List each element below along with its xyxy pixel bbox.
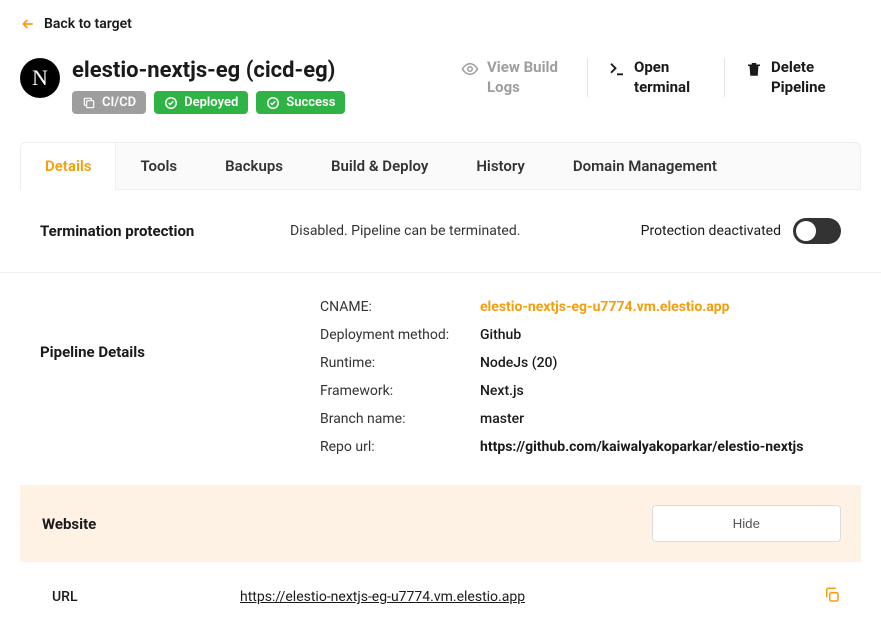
back-to-target-link[interactable]: Back to target <box>20 16 132 32</box>
check-circle-icon <box>266 96 280 110</box>
termination-status: Protection deactivated <box>641 223 781 239</box>
view-build-logs-button[interactable]: View Build Logs <box>461 58 567 97</box>
back-label: Back to target <box>44 16 132 32</box>
app-logo: N <box>20 58 60 98</box>
detail-key: Runtime: <box>320 355 480 371</box>
detail-value: elestio-nextjs-eg-u7774.vm.elestio.app <box>480 299 730 315</box>
detail-key: Framework: <box>320 383 480 399</box>
tab-history[interactable]: History <box>452 143 549 189</box>
tab-tools[interactable]: Tools <box>116 143 201 189</box>
detail-key: Deployment method: <box>320 327 480 343</box>
tab-domain-management[interactable]: Domain Management <box>549 143 741 189</box>
tab-details[interactable]: Details <box>20 142 116 190</box>
detail-value: Github <box>480 327 521 343</box>
terminal-icon <box>608 60 626 78</box>
website-label: Website <box>40 515 96 533</box>
detail-value: NodeJs (20) <box>480 355 557 371</box>
tab-backups[interactable]: Backups <box>201 143 307 189</box>
arrow-left-icon <box>20 16 36 32</box>
termination-desc: Disabled. Pipeline can be terminated. <box>290 223 641 239</box>
pipeline-details-grid: CNAME:elestio-nextjs-eg-u7774.vm.elestio… <box>320 293 861 461</box>
cicd-badge: CI/CD <box>72 91 146 114</box>
deployed-badge: Deployed <box>154 91 248 114</box>
detail-row: Runtime:NodeJs (20) <box>320 349 861 377</box>
detail-key: Repo url: <box>320 439 480 455</box>
termination-label: Termination protection <box>40 222 290 240</box>
layers-icon <box>82 96 96 110</box>
url-link[interactable]: https://elestio-nextjs-eg-u7774.vm.elest… <box>240 589 823 605</box>
copy-icon <box>823 586 841 604</box>
copy-url-button[interactable] <box>823 586 853 608</box>
eye-icon <box>461 60 479 78</box>
tab-build-deploy[interactable]: Build & Deploy <box>307 143 452 189</box>
url-label: URL <box>40 589 240 605</box>
detail-key: CNAME: <box>320 299 480 315</box>
detail-row: CNAME:elestio-nextjs-eg-u7774.vm.elestio… <box>320 293 861 321</box>
trash-icon <box>745 60 763 78</box>
pipeline-title: elestio-nextjs-eg (cicd-eg) <box>72 58 429 83</box>
detail-row: Framework:Next.js <box>320 377 861 405</box>
check-circle-icon <box>164 96 178 110</box>
detail-key: Branch name: <box>320 411 480 427</box>
detail-row: Deployment method:Github <box>320 321 861 349</box>
success-badge: Success <box>256 91 345 114</box>
open-terminal-button[interactable]: Open terminal <box>608 58 704 97</box>
pipeline-details-label: Pipeline Details <box>40 293 320 461</box>
tabs-nav: Details Tools Backups Build & Deploy His… <box>20 142 861 190</box>
detail-value: https://github.com/kaiwalyakoparkar/eles… <box>480 439 803 455</box>
page-header: N elestio-nextjs-eg (cicd-eg) CI/CD Depl… <box>20 58 861 114</box>
detail-value: master <box>480 411 524 427</box>
protection-toggle[interactable] <box>793 218 841 244</box>
detail-row: Branch name:master <box>320 405 861 433</box>
delete-pipeline-button[interactable]: Delete Pipeline <box>745 58 841 97</box>
hide-button[interactable]: Hide <box>652 505 841 542</box>
detail-row: Repo url:https://github.com/kaiwalyakopa… <box>320 433 861 461</box>
detail-value: Next.js <box>480 383 524 399</box>
